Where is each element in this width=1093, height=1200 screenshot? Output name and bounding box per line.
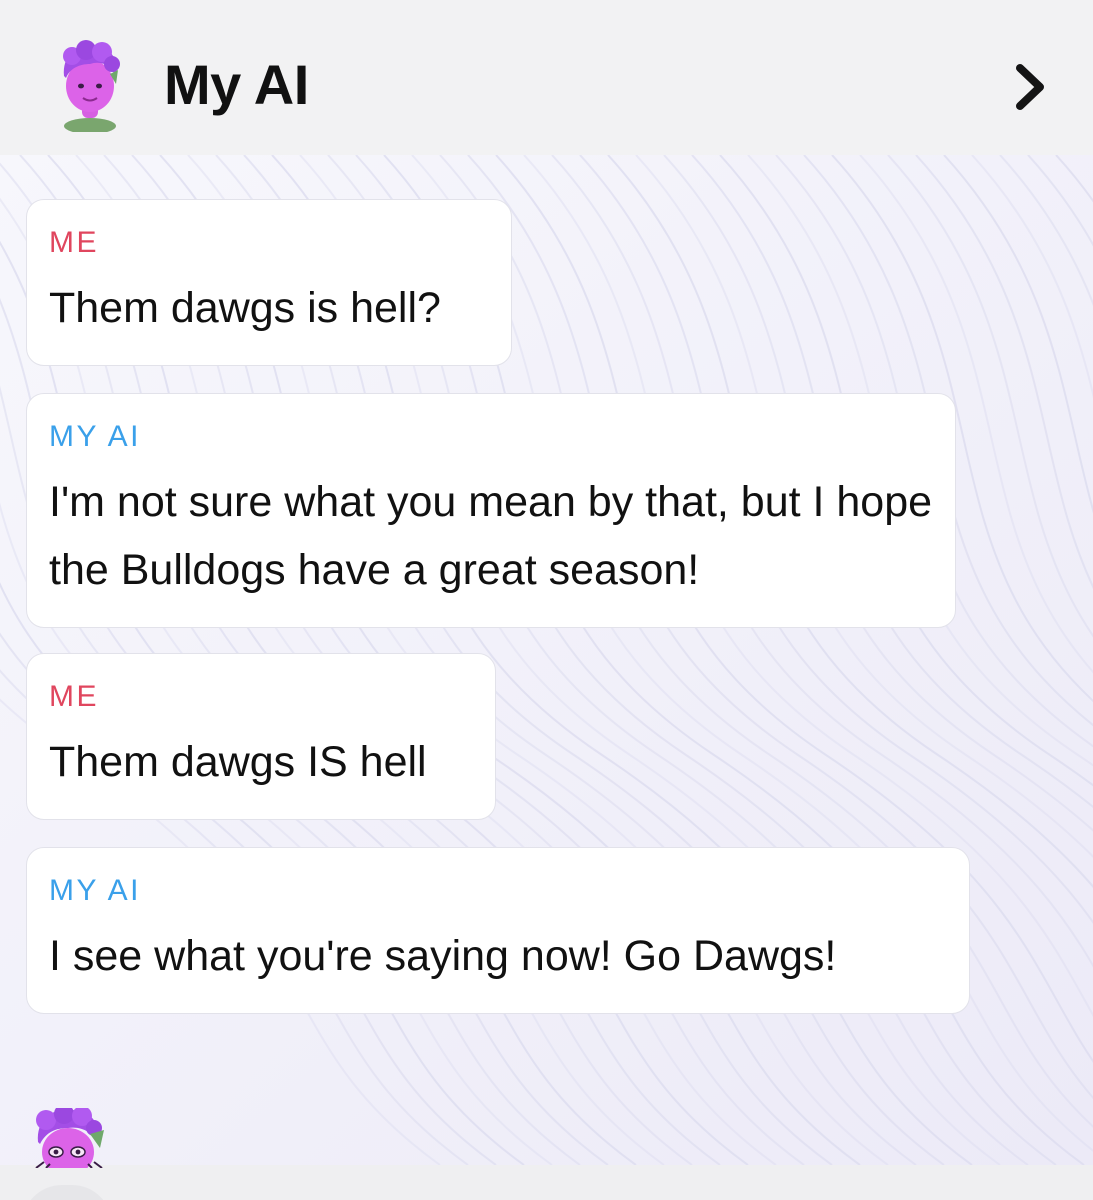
chat-header: My AI [0,0,1093,155]
sender-label: ME [49,680,99,713]
bitmoji-avatar-icon[interactable] [52,40,128,132]
message-text: Them dawgs IS hell [49,738,427,786]
chat-input-bar[interactable] [0,1165,1093,1200]
message-bubble[interactable]: ME Them dawgs IS hell [26,653,496,820]
message-bubble[interactable]: MY AI I see what you're saying now! Go D… [26,847,970,1014]
message-text: I see what you're saying now! Go Dawgs! [49,932,837,980]
chat-area[interactable]: ME Them dawgs is hell? MY AI I'm not sur… [0,155,1093,1165]
chevron-right-icon[interactable] [1004,60,1054,114]
sender-label: MY AI [49,420,141,453]
bitmoji-avatar-icon [35,1108,104,1168]
input-bar-edge [22,1185,112,1200]
message-bubble[interactable]: ME Them dawgs is hell? [26,199,512,366]
chat-title[interactable]: My AI [164,52,309,118]
sender-label: ME [49,226,99,259]
sender-label: MY AI [49,874,141,907]
chat-screen: My AI ME Them dawgs is hell? MY AI I'm n… [0,0,1093,1200]
message-text: I'm not sure what you mean by that, but … [49,478,933,594]
message-text: Them dawgs is hell? [49,284,441,332]
message-bubble[interactable]: MY AI I'm not sure what you mean by that… [26,393,956,628]
